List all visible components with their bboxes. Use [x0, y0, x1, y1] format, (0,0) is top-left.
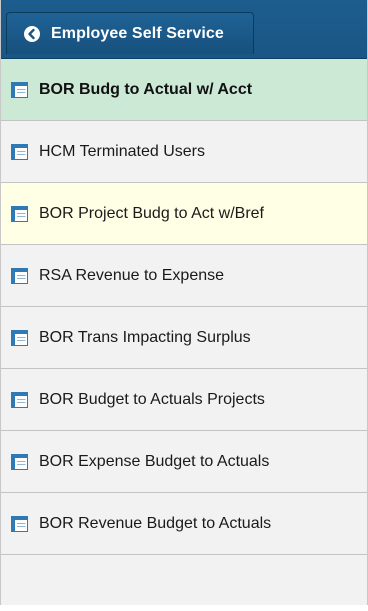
menu-item-label: BOR Budg to Actual w/ Acct: [39, 80, 253, 98]
menu-item-label: BOR Budget to Actuals Projects: [39, 390, 265, 408]
window-icon: [11, 267, 28, 284]
window-icon: [11, 81, 28, 98]
menu-item-bor-project-budg-to-act-w-bref[interactable]: BOR Project Budg to Act w/Bref: [1, 183, 367, 245]
menu-item-label: RSA Revenue to Expense: [39, 266, 225, 284]
window-icon: [11, 143, 28, 160]
empty-list-area: [1, 555, 367, 611]
menu-item-label: BOR Trans Impacting Surplus: [39, 328, 251, 346]
menu-item-bor-budg-to-actual-w-acct[interactable]: BOR Budg to Actual w/ Acct: [1, 59, 367, 121]
menu-item-label: BOR Expense Budget to Actuals: [39, 452, 270, 470]
window-icon: [11, 391, 28, 408]
menu-item-bor-budget-to-actuals-projects[interactable]: BOR Budget to Actuals Projects: [1, 369, 367, 431]
window-icon: [11, 453, 28, 470]
menu-item-bor-revenue-budget-to-actuals[interactable]: BOR Revenue Budget to Actuals: [1, 493, 367, 555]
window-icon: [11, 515, 28, 532]
header-bar: Employee Self Service: [1, 0, 367, 59]
menu-list: BOR Budg to Actual w/ Acct HCM Terminate…: [1, 59, 367, 611]
chevron-left-icon: [24, 25, 40, 42]
menu-item-bor-trans-impacting-surplus[interactable]: BOR Trans Impacting Surplus: [1, 307, 367, 369]
menu-item-rsa-revenue-to-expense[interactable]: RSA Revenue to Expense: [1, 245, 367, 307]
window-icon: [11, 205, 28, 222]
back-button-label: Employee Self Service: [51, 24, 224, 42]
menu-item-label: HCM Terminated Users: [39, 142, 205, 160]
menu-item-label: BOR Project Budg to Act w/Bref: [39, 204, 264, 222]
navigation-panel: Employee Self Service BOR Budg to Actual…: [0, 0, 368, 605]
window-icon: [11, 329, 28, 346]
menu-item-hcm-terminated-users[interactable]: HCM Terminated Users: [1, 121, 367, 183]
menu-item-label: BOR Revenue Budget to Actuals: [39, 514, 272, 532]
menu-item-bor-expense-budget-to-actuals[interactable]: BOR Expense Budget to Actuals: [1, 431, 367, 493]
employee-self-service-back-button[interactable]: Employee Self Service: [6, 12, 254, 54]
